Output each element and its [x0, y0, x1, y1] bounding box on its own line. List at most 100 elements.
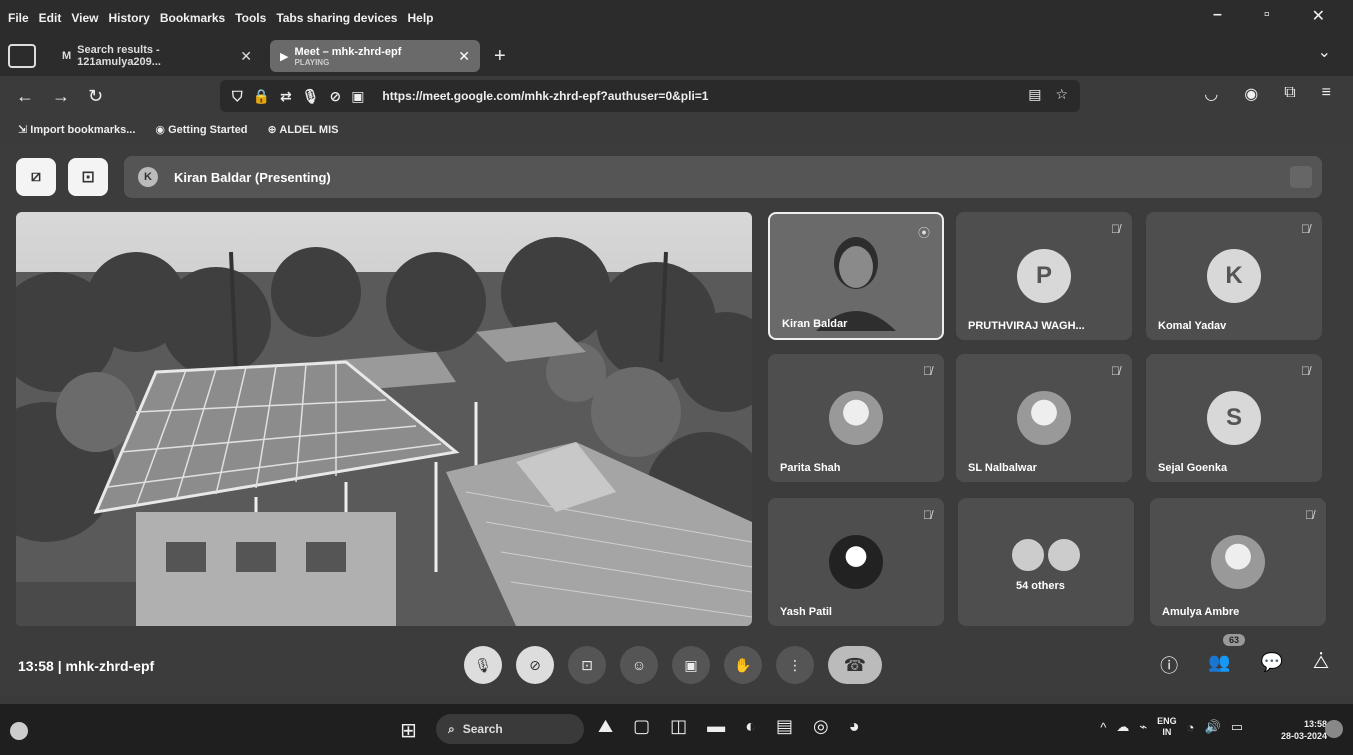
- forward-icon[interactable]: →: [52, 86, 70, 107]
- minimize-icon[interactable]: –: [1213, 6, 1222, 26]
- windows-start-icon[interactable]: ⊞: [400, 718, 417, 743]
- bookmark-label: Getting Started: [168, 123, 248, 136]
- hand-icon: ✋: [734, 656, 752, 673]
- mic-off-icon: 🎙̸: [1111, 364, 1120, 378]
- tab-playing-label: PLAYING: [294, 57, 330, 67]
- raise-hand-button[interactable]: ✋: [724, 646, 762, 684]
- bookmark-aldel-mis[interactable]: ⊕ ALDEL MIS: [268, 123, 339, 136]
- pocket-icon[interactable]: ◡: [1204, 84, 1218, 104]
- close-tab-icon[interactable]: ✕: [458, 48, 470, 65]
- mic-off-icon: 🎙̸: [1111, 222, 1120, 236]
- chat-icon[interactable]: 💬: [1261, 652, 1283, 678]
- taskbar-search[interactable]: ⌕ Search: [436, 714, 584, 744]
- menu-view[interactable]: View: [71, 11, 98, 25]
- participant-tile[interactable]: K 🎙̸ Komal Yadav: [1146, 212, 1322, 340]
- participant-tile[interactable]: S 🎙̸ Sejal Goenka: [1146, 354, 1322, 482]
- shared-screen: [16, 212, 752, 626]
- language-indicator[interactable]: ENG IN: [1157, 716, 1177, 738]
- participant-name: Komal Yadav: [1158, 320, 1227, 332]
- captions-button[interactable]: ⊡: [568, 646, 606, 684]
- task-view-icon[interactable]: ▢: [633, 716, 650, 737]
- usb-icon[interactable]: ⌁: [1139, 719, 1147, 735]
- chrome-icon[interactable]: ◎: [813, 716, 829, 737]
- screen-share-icon[interactable]: ▣: [351, 88, 364, 105]
- meeting-code: mhk-zhrd-epf: [65, 658, 155, 674]
- emoji-icon: ☺: [631, 657, 647, 673]
- participant-name: Yash Patil: [780, 606, 832, 618]
- back-icon[interactable]: ←: [16, 86, 34, 107]
- mic-off-icon: 🎙̸: [923, 364, 932, 378]
- reload-icon[interactable]: ↻: [88, 86, 103, 107]
- new-tab-button[interactable]: +: [494, 45, 506, 68]
- onedrive-icon[interactable]: ☁: [1116, 719, 1129, 735]
- tab-meet[interactable]: ▶ Meet – mhk-zhrd-epf PLAYING ✕: [270, 40, 480, 72]
- extensions-icon[interactable]: ⧉: [1284, 84, 1295, 104]
- people-icon[interactable]: 👥: [1208, 652, 1230, 678]
- participant-tile[interactable]: 🎙̸ Yash Patil: [768, 498, 944, 626]
- taskbar-clock[interactable]: 13:58 28-03-2024: [1281, 718, 1327, 742]
- participant-tile[interactable]: P 🎙̸ PRUTHVIRAJ WAGH...: [956, 212, 1132, 340]
- participant-name: Amulya Ambre: [1162, 606, 1240, 618]
- wifi-icon[interactable]: ◔: [1187, 720, 1195, 735]
- info-icon[interactable]: ⓘ: [1160, 652, 1178, 678]
- chat-app-icon[interactable]: ◫: [670, 716, 687, 737]
- participant-tile[interactable]: 🎙̸ Amulya Ambre: [1150, 498, 1326, 626]
- maximize-icon[interactable]: ▫: [1264, 6, 1270, 26]
- more-options-button[interactable]: ⋮: [776, 646, 814, 684]
- edge-icon[interactable]: ◐: [745, 716, 756, 737]
- participant-tile[interactable]: 🎙̸ Parita Shah: [768, 354, 944, 482]
- camera-button[interactable]: ⊘: [516, 646, 554, 684]
- volume-icon[interactable]: 🔊: [1205, 719, 1221, 735]
- participant-tile[interactable]: ⦿ Kiran Baldar: [768, 212, 944, 340]
- url-bar[interactable]: ⛉ 🔒 ⇄ 🎙 ⊘ ▣ https://meet.google.com/mhk-…: [220, 80, 1080, 112]
- menu-help[interactable]: Help: [407, 11, 433, 25]
- camera-off-icon: ⊘: [529, 656, 541, 673]
- layout-button[interactable]: ⊡: [68, 158, 108, 196]
- url-text[interactable]: https://meet.google.com/mhk-zhrd-epf?aut…: [382, 89, 708, 103]
- tab-list-button[interactable]: [8, 44, 36, 68]
- firefox-icon[interactable]: ◕: [849, 716, 860, 737]
- lock-icon[interactable]: 🔒: [253, 88, 270, 105]
- shield-icon[interactable]: ⛉: [232, 88, 243, 105]
- toolbar-right: ◡ ◉ ⧉ ≡: [1204, 84, 1331, 104]
- tab-bar: M Search results - 121amulya209... ✕ ▶ M…: [0, 36, 1353, 76]
- close-tab-icon[interactable]: ✕: [240, 48, 252, 65]
- battery-icon[interactable]: ▭: [1231, 719, 1243, 735]
- landscape-icon[interactable]: ⛰: [598, 716, 613, 737]
- mic-off-icon: 🎙̸: [1301, 364, 1310, 378]
- participant-tile[interactable]: 🎙̸ SL Nalbalwar: [956, 354, 1132, 482]
- microphone-icon[interactable]: 🎙: [302, 88, 320, 105]
- menu-edit[interactable]: Edit: [39, 11, 62, 25]
- bookmark-getting-started[interactable]: ◉ Getting Started: [155, 123, 247, 136]
- leave-call-button[interactable]: ☎: [828, 646, 882, 684]
- present-button[interactable]: ▣: [672, 646, 710, 684]
- reader-icon[interactable]: ▤: [1028, 86, 1041, 103]
- notification-icon[interactable]: [1325, 720, 1343, 738]
- menu-history[interactable]: History: [108, 11, 149, 25]
- hamburger-menu-icon[interactable]: ≡: [1322, 84, 1331, 104]
- widgets-icon[interactable]: [10, 722, 28, 740]
- pip-button[interactable]: ⧄: [16, 158, 56, 196]
- store-icon[interactable]: ▤: [776, 716, 793, 737]
- permissions-icon[interactable]: ⇄: [280, 88, 292, 105]
- close-window-icon[interactable]: ✕: [1312, 6, 1325, 26]
- account-icon[interactable]: ◉: [1244, 84, 1258, 104]
- bookmark-star-icon[interactable]: ☆: [1055, 86, 1068, 103]
- tab-gmail[interactable]: M Search results - 121amulya209... ✕: [52, 40, 262, 72]
- menu-tools[interactable]: Tools: [235, 11, 266, 25]
- mic-button[interactable]: 🎙: [464, 646, 502, 684]
- others-tile[interactable]: 54 others: [958, 498, 1134, 626]
- bookmarks-bar: ⇲ Import bookmarks... ◉ Getting Started …: [0, 116, 1353, 142]
- reactions-button[interactable]: ☺: [620, 646, 658, 684]
- menu-tabs-sharing[interactable]: Tabs sharing devices: [276, 11, 397, 25]
- menu-bookmarks[interactable]: Bookmarks: [160, 11, 225, 25]
- camera-icon[interactable]: ⊘: [329, 88, 341, 105]
- presenter-menu-icon[interactable]: [1290, 166, 1312, 188]
- chevron-up-icon[interactable]: ^: [1100, 720, 1106, 735]
- avatar: [1211, 535, 1265, 589]
- chevron-down-icon[interactable]: ⌄: [1318, 42, 1331, 62]
- menu-file[interactable]: File: [8, 11, 29, 25]
- file-explorer-icon[interactable]: ▬: [707, 716, 725, 737]
- bookmark-import[interactable]: ⇲ Import bookmarks...: [18, 123, 135, 136]
- activities-icon[interactable]: ⧊: [1313, 652, 1329, 678]
